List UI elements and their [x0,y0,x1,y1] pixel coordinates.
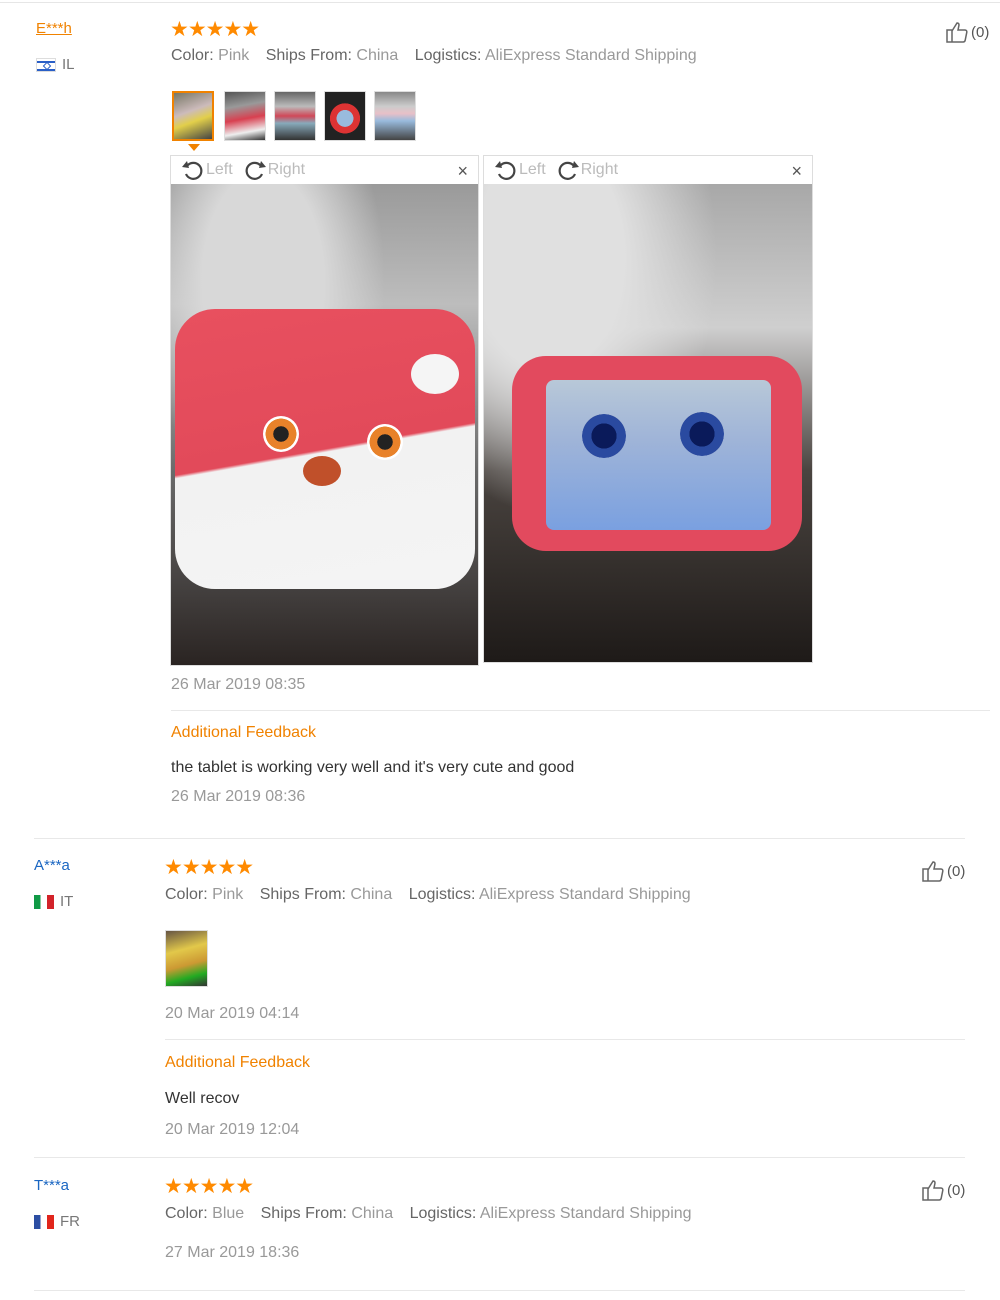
france-flag-icon [34,1214,54,1229]
country-code: FR [60,1213,80,1230]
review-3-attributes: Color: Blue Ships From: China Logistics:… [165,1205,692,1222]
like-count: (0) [947,862,966,880]
review-1-additional-date: 26 Mar 2019 08:36 [171,788,306,805]
review-2-additional-date: 20 Mar 2019 12:04 [165,1121,300,1138]
country-code: IL [62,56,75,73]
rotate-left-icon [495,161,516,180]
tablet-paw [411,354,459,394]
review-3-country: FR [34,1213,80,1230]
review-1-thumbnail-3[interactable] [274,91,316,141]
image-viewer-1: Left Right × [170,155,479,666]
review-divider [34,1157,965,1158]
review-1-thumbnail-5[interactable] [374,91,416,141]
rotate-left-icon [182,161,203,180]
review-3-stars: ★★★★★ [164,1175,254,1198]
close-icon[interactable]: × [457,161,468,182]
viewer-toolbar: Left Right × [484,156,812,184]
review-1-thumbnail-1[interactable] [172,91,214,141]
review-photo-large [171,184,478,665]
italy-flag-icon [34,894,54,909]
review-2-inner-divider [165,1039,965,1040]
thumbs-up-icon [922,861,944,882]
review-1-thumbnail-4[interactable] [324,91,366,141]
selected-thumbnail-indicator [188,144,200,151]
rotate-right-button[interactable]: Right [556,158,618,182]
review-1-thumbnail-2[interactable] [224,91,266,141]
tablet-back-shape [175,309,475,589]
review-2-additional-feedback-text: Well recov [165,1090,240,1107]
review-photo-large [484,184,812,662]
review-1-stars: ★★★★★ [170,18,260,41]
review-2-attributes: Color: Pink Ships From: China Logistics:… [165,886,691,903]
review-1-user[interactable]: E***h [36,20,72,38]
like-count: (0) [971,23,990,41]
review-2-additional-feedback-label: Additional Feedback [165,1054,310,1071]
tablet-screen [546,380,771,530]
rotate-right-icon [558,161,579,180]
review-2-date: 20 Mar 2019 04:14 [165,1005,300,1022]
review-1-additional-feedback-label: Additional Feedback [171,724,316,741]
tablet-nose [303,456,341,486]
review-1-like-button[interactable]: (0) [945,20,989,44]
rotate-left-button[interactable]: Left [181,158,233,182]
tablet-eye-right [367,424,403,460]
reviewer-name[interactable]: T***a [34,1177,69,1194]
rotate-left-button[interactable]: Left [494,158,546,182]
review-2-like-button[interactable]: (0) [921,859,965,883]
review-1-inner-divider [171,710,990,711]
top-divider [0,2,1000,3]
review-2-stars: ★★★★★ [164,856,254,879]
review-divider [34,838,965,839]
review-divider [34,1290,965,1291]
reviewer-name[interactable]: A***a [34,857,70,874]
review-1-attributes: Color: Pink Ships From: China Logistics:… [171,47,697,64]
rotate-right-icon [245,161,266,180]
review-1-date: 26 Mar 2019 08:35 [171,676,306,693]
tablet-eye-left [263,416,299,452]
rotate-right-button[interactable]: Right [243,158,305,182]
thumbs-up-icon [922,1180,944,1201]
review-3-like-button[interactable]: (0) [921,1178,965,1202]
country-code: IT [60,893,74,910]
review-2-country: IT [34,893,73,910]
thumbs-up-icon [946,22,968,43]
like-count: (0) [947,1181,966,1199]
close-icon[interactable]: × [791,161,802,182]
review-1-additional-feedback-text: the tablet is working very well and it's… [171,759,575,776]
viewer-toolbar: Left Right × [171,156,478,184]
review-2-thumbnail-1[interactable] [165,930,208,987]
image-viewer-2: Left Right × [483,155,813,663]
review-3-date: 27 Mar 2019 18:36 [165,1244,300,1261]
screen-eye-right [680,412,724,456]
israel-flag-icon [36,57,56,72]
review-1-country: IL [36,56,75,73]
screen-eye-left [582,414,626,458]
reviewer-name[interactable]: E***h [36,20,72,37]
